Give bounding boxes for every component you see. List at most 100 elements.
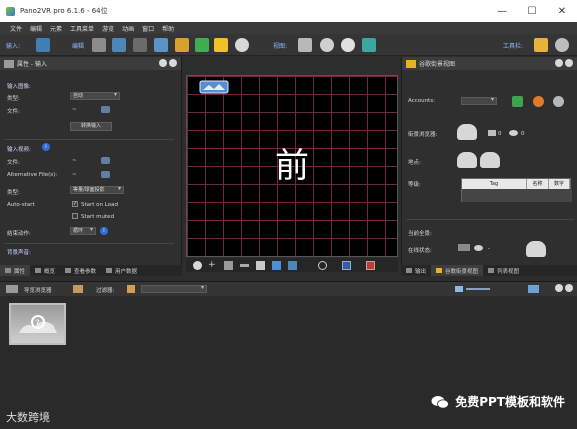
menu-bar: 文件 编辑 元素 工具菜单 游览 动画 窗口 帮助 bbox=[0, 22, 577, 34]
level-label: 等级: bbox=[408, 182, 421, 188]
gear-icon[interactable] bbox=[555, 38, 569, 52]
alt-file-browse-icon[interactable] bbox=[101, 171, 110, 178]
end-action-info-icon[interactable]: i bbox=[100, 227, 108, 235]
video-file-browse-icon[interactable] bbox=[101, 157, 110, 164]
cloud-icon[interactable] bbox=[457, 152, 477, 168]
refresh-icon[interactable] bbox=[553, 96, 564, 107]
eye-icon bbox=[509, 130, 518, 136]
start-muted-checkbox[interactable] bbox=[72, 213, 78, 219]
properties-panel-title: 属性 - 输入 bbox=[17, 61, 47, 68]
video-type-label: 类型: bbox=[7, 190, 20, 196]
tour-map-icon[interactable] bbox=[214, 38, 228, 52]
edit-properties-icon[interactable] bbox=[92, 38, 106, 52]
input-panorama-icon[interactable] bbox=[36, 38, 50, 52]
tab-viewing-parameters[interactable]: 查看参数 bbox=[60, 265, 101, 276]
tab-output[interactable]: 输出 bbox=[401, 265, 431, 276]
frame-blue-icon[interactable] bbox=[342, 261, 351, 270]
filter-select[interactable] bbox=[141, 285, 207, 293]
image-hotspot-icon[interactable] bbox=[288, 261, 297, 270]
minimize-button[interactable]: — bbox=[487, 0, 517, 22]
ruler-icon[interactable] bbox=[240, 264, 249, 267]
maximize-button[interactable]: ☐ bbox=[517, 0, 547, 22]
watermark-right-text: 免费PPT模板和软件 bbox=[455, 395, 565, 409]
status-eye-icon bbox=[474, 245, 483, 251]
menu-file[interactable]: 文件 bbox=[10, 24, 22, 33]
type-select[interactable]: 自动 bbox=[70, 92, 120, 100]
menu-help[interactable]: 帮助 bbox=[162, 24, 174, 33]
tab-viewing-parameters-label: 查看参数 bbox=[74, 268, 97, 275]
tab-user-data-label: 用户数据 bbox=[115, 268, 138, 275]
tab-properties[interactable]: 属性 bbox=[0, 265, 31, 276]
tab-overview[interactable]: 概览 bbox=[30, 265, 60, 276]
tour-float-button[interactable] bbox=[555, 284, 563, 292]
online-status-value: - bbox=[488, 246, 490, 252]
cloud-download-icon[interactable] bbox=[480, 152, 500, 168]
thumbnail-size-slider[interactable] bbox=[466, 288, 490, 290]
menu-window[interactable]: 窗口 bbox=[142, 24, 154, 33]
table-row[interactable] bbox=[462, 189, 572, 202]
user-data-icon[interactable] bbox=[133, 38, 147, 52]
level-table[interactable]: Tag 名称 数字 bbox=[461, 178, 572, 202]
accounts-select[interactable] bbox=[461, 97, 497, 105]
video-info-icon[interactable]: i bbox=[42, 143, 50, 151]
panorama-thumbnail[interactable]: ? bbox=[9, 303, 66, 345]
start-on-load-checkbox[interactable]: ✓ bbox=[72, 201, 78, 207]
move-icon[interactable] bbox=[272, 261, 281, 270]
video-type-select[interactable]: 等量/球面投影 bbox=[70, 186, 124, 194]
menu-elements[interactable]: 元素 bbox=[50, 24, 62, 33]
viewport-hotspot-icon[interactable] bbox=[199, 79, 229, 95]
wechat-icon bbox=[431, 395, 450, 409]
tab-street-view[interactable]: 谷歌街景视图 bbox=[431, 265, 484, 276]
filter-icon[interactable] bbox=[127, 285, 135, 293]
settings-icon[interactable] bbox=[362, 38, 376, 52]
grid-icon[interactable] bbox=[224, 261, 233, 270]
panorama-viewport[interactable]: 前 bbox=[186, 75, 398, 257]
right-panel-close-button[interactable] bbox=[565, 59, 573, 67]
right-panel-float-button[interactable] bbox=[555, 59, 563, 67]
star-icon[interactable] bbox=[534, 38, 548, 52]
file-browse-icon[interactable] bbox=[101, 106, 110, 113]
binoculars-icon[interactable] bbox=[298, 38, 312, 52]
patch-icon[interactable] bbox=[154, 38, 168, 52]
frame-red-icon[interactable] bbox=[366, 261, 375, 270]
alt-file-label: Alternative File(s): bbox=[7, 172, 58, 178]
paint-icon[interactable] bbox=[256, 261, 265, 270]
menu-animation[interactable]: 动画 bbox=[122, 24, 134, 33]
panel-close-button[interactable] bbox=[169, 59, 177, 67]
input-image-section: 输入图像: bbox=[7, 84, 31, 90]
tab-output-label: 输出 bbox=[415, 268, 427, 275]
video-file-label: 文件: bbox=[7, 160, 20, 166]
tour-browser-title: 导览浏览器 bbox=[24, 288, 52, 294]
animation-icon[interactable] bbox=[195, 38, 209, 52]
block-icon[interactable] bbox=[533, 96, 544, 107]
clock-icon[interactable] bbox=[320, 38, 334, 52]
hotspot-icon[interactable] bbox=[235, 38, 249, 52]
menu-tools[interactable]: 工具菜单 bbox=[70, 24, 94, 33]
properties-panel: 属性 - 输入 输入图像: 类型: 自动 文件: ~ 转换输入 输入视频: i … bbox=[0, 57, 182, 275]
convert-input-button[interactable]: 转换输入 bbox=[70, 122, 112, 131]
skin-editor-icon[interactable] bbox=[175, 38, 189, 52]
cloud-publish-icon[interactable] bbox=[526, 241, 546, 257]
panel-header-buttons bbox=[159, 59, 177, 67]
compass-icon[interactable] bbox=[341, 38, 355, 52]
info-icon[interactable] bbox=[193, 261, 202, 270]
add-point-icon[interactable]: + bbox=[208, 261, 217, 270]
end-action-select[interactable]: 循环 bbox=[70, 227, 96, 235]
tour-close-button[interactable] bbox=[565, 284, 573, 292]
sort-icon[interactable] bbox=[73, 285, 83, 293]
properties-icon bbox=[4, 59, 14, 68]
camera-count: 0 bbox=[498, 131, 502, 137]
type-label: 类型: bbox=[7, 96, 20, 102]
window-title: Pano2VR pro 6.1.6 - 64位 bbox=[20, 7, 108, 15]
main-toolbar: 输入: 编辑 视图: 工具栏: bbox=[0, 34, 577, 56]
menu-tour[interactable]: 游览 bbox=[102, 24, 114, 33]
close-button[interactable]: ✕ bbox=[547, 0, 577, 22]
panel-float-button[interactable] bbox=[159, 59, 167, 67]
menu-edit[interactable]: 编辑 bbox=[30, 24, 42, 33]
shield-icon[interactable] bbox=[512, 96, 523, 107]
cloud-upload-icon[interactable] bbox=[457, 124, 477, 140]
viewing-parameters-icon[interactable] bbox=[112, 38, 126, 52]
tab-user-data[interactable]: 用户数据 bbox=[101, 265, 142, 276]
tab-list-view[interactable]: 列表视图 bbox=[483, 265, 524, 276]
crosshair-icon[interactable] bbox=[318, 261, 327, 270]
